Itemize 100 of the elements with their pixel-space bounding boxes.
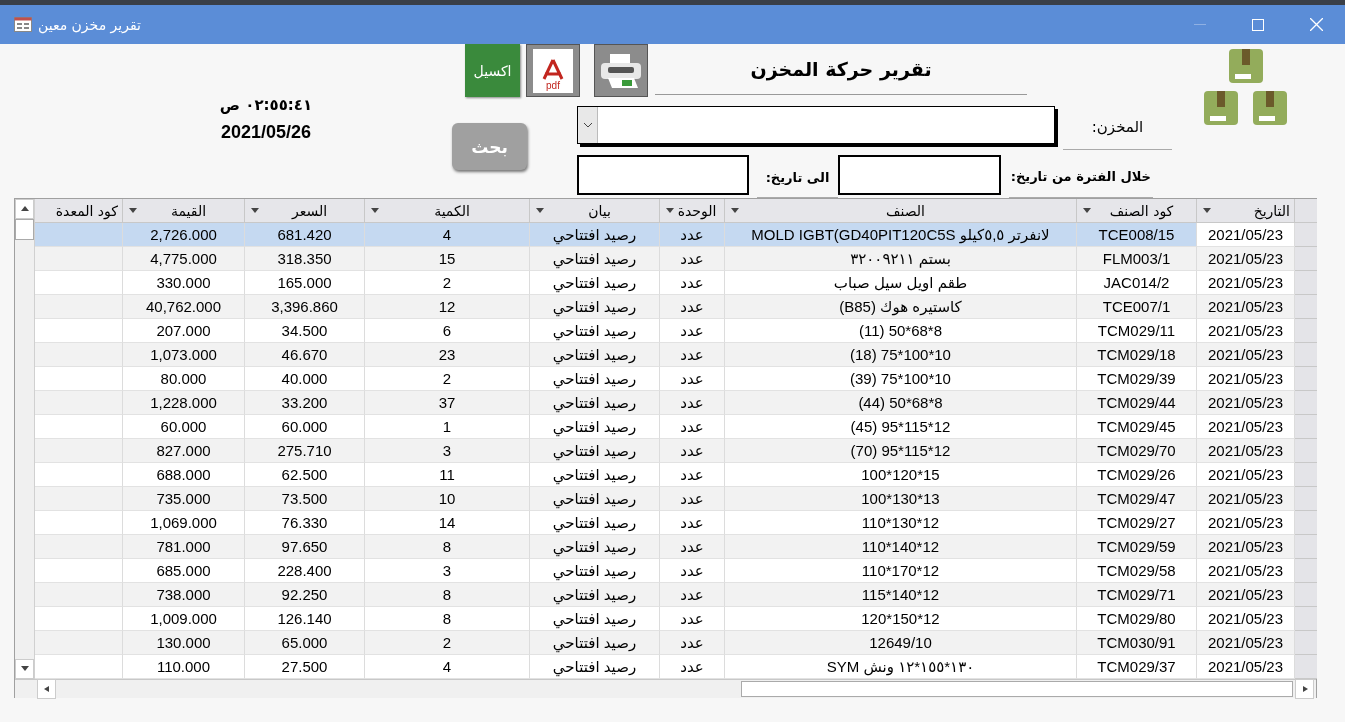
table-cell: 2021/05/23 (1197, 655, 1295, 679)
scroll-up-button[interactable] (15, 199, 34, 219)
record-selector[interactable] (1295, 367, 1317, 391)
table-cell: (44) 50*68*8 (725, 391, 1077, 415)
table-cell: 110*140*12 (725, 535, 1077, 559)
table-cell: 3 (365, 559, 530, 583)
from-date-field[interactable] (838, 155, 1001, 195)
table-cell: رصيد افتتاحي (530, 583, 660, 607)
horizontal-scrollbar[interactable] (15, 679, 1316, 698)
scroll-thumb[interactable] (15, 219, 34, 240)
table-cell: TCM029/47 (1077, 487, 1197, 511)
record-selector[interactable] (1295, 583, 1317, 607)
table-cell: TCE008/15 (1077, 223, 1197, 247)
pdf-button[interactable]: pdf (526, 44, 580, 97)
column-header[interactable]: التاريخ (1197, 199, 1295, 223)
table-cell: رصيد افتتاحي (530, 367, 660, 391)
table-cell: 3,396.860 (245, 295, 365, 319)
printer-icon (598, 51, 644, 90)
table-cell: 2021/05/23 (1197, 559, 1295, 583)
record-selector[interactable] (1295, 439, 1317, 463)
store-combobox[interactable] (577, 106, 1055, 144)
record-selector[interactable] (1295, 463, 1317, 487)
table-cell: عدد (660, 511, 725, 535)
left-arrow-icon (42, 686, 51, 692)
table-cell: رصيد افتتاحي (530, 511, 660, 535)
table-cell: رصيد افتتاحي (530, 271, 660, 295)
table-cell: 110*170*12 (725, 559, 1077, 583)
table-cell: (39) 75*100*10 (725, 367, 1077, 391)
table-cell: رصيد افتتاحي (530, 223, 660, 247)
column-header[interactable]: كود المعدة (35, 199, 123, 223)
minimize-icon (1194, 23, 1206, 26)
table-cell: رصيد افتتاحي (530, 655, 660, 679)
table-cell: رصيد افتتاحي (530, 391, 660, 415)
vertical-scrollbar[interactable] (15, 199, 35, 679)
record-selector[interactable] (1295, 223, 1317, 247)
record-selector[interactable] (1295, 607, 1317, 631)
dropdown-arrow-icon (371, 207, 379, 214)
table-cell: 12649/10 (725, 631, 1077, 655)
record-selector[interactable] (1295, 487, 1317, 511)
table-cell: 130.000 (123, 631, 245, 655)
column-header[interactable]: القيمة (123, 199, 245, 223)
table-cell: عدد (660, 631, 725, 655)
scroll-left-button[interactable] (37, 679, 56, 699)
scroll-down-button[interactable] (15, 659, 34, 679)
table-cell: TCM029/11 (1077, 319, 1197, 343)
table-cell: رصيد افتتاحي (530, 439, 660, 463)
table-cell: 2 (365, 271, 530, 295)
record-selector[interactable] (1295, 631, 1317, 655)
dropdown-arrow-icon (1203, 207, 1211, 214)
table-cell: 4 (365, 655, 530, 679)
to-date-field[interactable] (577, 155, 749, 195)
table-cell: 110*130*12 (725, 511, 1077, 535)
record-selector[interactable] (1295, 319, 1317, 343)
table-cell: عدد (660, 463, 725, 487)
table-cell: (45) 95*115*12 (725, 415, 1077, 439)
table-cell: 827.000 (123, 439, 245, 463)
table-cell: 10 (365, 487, 530, 511)
table-cell: عدد (660, 367, 725, 391)
scroll-thumb[interactable] (741, 681, 1293, 697)
record-selector[interactable] (1295, 391, 1317, 415)
table-cell: 781.000 (123, 535, 245, 559)
print-button[interactable] (594, 44, 648, 97)
record-selector[interactable] (1295, 415, 1317, 439)
column-header[interactable]: الصنف (725, 199, 1077, 223)
select-all-corner[interactable] (1295, 199, 1317, 223)
record-selector[interactable] (1295, 511, 1317, 535)
column-header[interactable]: السعر (245, 199, 365, 223)
table-cell: 2021/05/23 (1197, 487, 1295, 511)
column-header[interactable]: الكمية (365, 199, 530, 223)
table-cell: عدد (660, 391, 725, 415)
excel-button[interactable]: اكسيل (465, 44, 520, 97)
record-selector[interactable] (1295, 247, 1317, 271)
record-selector[interactable] (1295, 343, 1317, 367)
table-cell: عدد (660, 535, 725, 559)
table-cell: عدد (660, 223, 725, 247)
record-selector[interactable] (1295, 559, 1317, 583)
table-cell: عدد (660, 247, 725, 271)
table-cell: 4,775.000 (123, 247, 245, 271)
table-cell: 2021/05/23 (1197, 607, 1295, 631)
close-icon (1309, 18, 1323, 31)
table-cell: 40,762.000 (123, 295, 245, 319)
table-cell: 15 (365, 247, 530, 271)
column-header[interactable]: كود الصنف (1077, 199, 1197, 223)
store-label: المخزن: (1063, 105, 1172, 150)
column-header[interactable]: الوحدة (660, 199, 725, 223)
record-selector[interactable] (1295, 535, 1317, 559)
dropdown-button[interactable] (578, 107, 598, 143)
table-cell: 165.000 (245, 271, 365, 295)
table-cell: 2021/05/23 (1197, 511, 1295, 535)
record-selector[interactable] (1295, 295, 1317, 319)
table-cell: رصيد افتتاحي (530, 631, 660, 655)
scroll-right-button[interactable] (1295, 679, 1314, 699)
table-cell: بستم ٣٢٠٠٩٢١١ (725, 247, 1077, 271)
table-cell: 318.350 (245, 247, 365, 271)
table-cell: TCM029/80 (1077, 607, 1197, 631)
column-header[interactable]: بيان (530, 199, 660, 223)
table-cell: 14 (365, 511, 530, 535)
record-selector[interactable] (1295, 271, 1317, 295)
table-cell: رصيد افتتاحي (530, 535, 660, 559)
table-cell: عدد (660, 655, 725, 679)
